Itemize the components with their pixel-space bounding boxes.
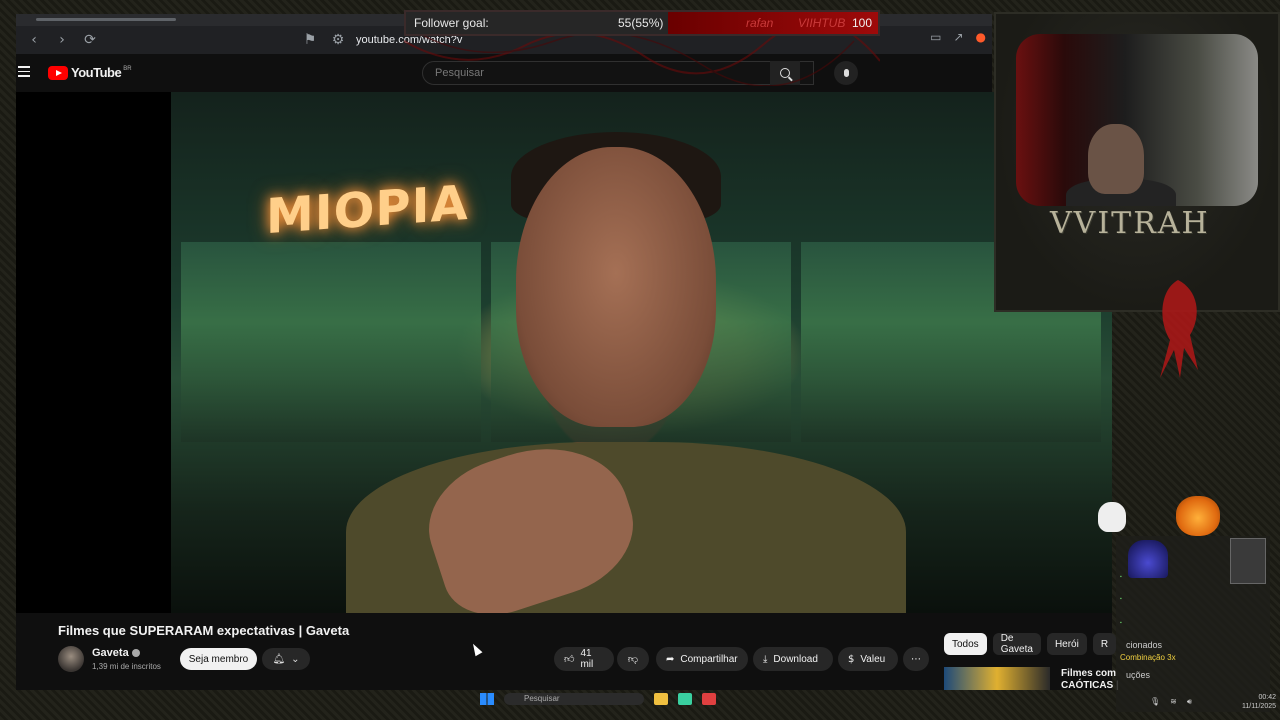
channel-avatar[interactable] (58, 646, 84, 672)
background-screen (181, 242, 481, 442)
browser-actions: ▭ ↗ ● (930, 30, 986, 44)
mic-icon (843, 69, 849, 77)
chat-menu-item-2[interactable]: uções (1126, 670, 1150, 680)
suggestion-chips: Todos De Gaveta Herói R (944, 633, 1117, 655)
suggested-video-title[interactable]: Filmes com CAÓTICAS | (1061, 668, 1121, 692)
youtube-brand: YouTube (71, 65, 122, 80)
share-label: Compartilhar (680, 653, 738, 665)
chevron-down-icon: ⌄ (291, 653, 300, 665)
volume-icon[interactable]: 🔊︎ (1187, 697, 1192, 707)
channel-name-text[interactable]: Gaveta (92, 647, 129, 659)
goal-target: 100 (852, 16, 873, 30)
download-label: Download (773, 653, 818, 665)
file-explorer-icon[interactable] (654, 693, 668, 705)
super-thanks-icon: $ (848, 653, 855, 665)
youtube-logo[interactable]: YouTube BR (48, 65, 132, 80)
reload-icon[interactable]: ⟳ (80, 30, 100, 50)
goal-label: Follower goal: (414, 16, 489, 30)
app-icon[interactable] (678, 693, 692, 705)
skull-icon (1098, 502, 1126, 532)
demon-decor (1160, 280, 1198, 378)
more-icon: ⋯ (911, 653, 921, 665)
pumpkin-icon (1176, 496, 1220, 536)
suggested-video-thumbnail[interactable] (944, 667, 1050, 690)
share-button[interactable]: ➦ Compartilhar (656, 647, 748, 671)
tab[interactable] (36, 18, 176, 21)
browser-icon[interactable] (702, 693, 716, 705)
search-box (422, 61, 814, 85)
wizard-icon (1128, 540, 1168, 578)
share-icon: ➦ (666, 653, 675, 665)
download-button[interactable]: ⤓ Download (753, 647, 833, 671)
goal-value: 55(55%) (618, 16, 664, 30)
system-tray: 🎙︎ ≋ 🔊︎ (1150, 697, 1192, 707)
taskbar: Pesquisar (480, 692, 800, 706)
clock-date: 11/11/2025 (1242, 703, 1276, 710)
back-icon[interactable]: ‹ (24, 30, 44, 50)
goal-user-2: VIIHTUB (798, 16, 846, 30)
presenter-face (516, 147, 716, 427)
chat-widget: ▪ ▪ ▪ cionados Combinação 3x uções (1116, 536, 1270, 712)
mouse-cursor-icon (469, 641, 483, 657)
site-info-icon[interactable]: ⚙ (328, 30, 348, 50)
menu-icon[interactable] (18, 66, 30, 77)
cat-icon (1230, 538, 1266, 584)
webcam-feed (1016, 34, 1258, 206)
notifications-button[interactable]: 🔔︎ ⌄ (262, 648, 310, 670)
mic-tray-icon[interactable]: 🎙︎ (1150, 697, 1160, 707)
search-input[interactable] (435, 67, 735, 79)
streamer-name: VVITRAH (1050, 206, 1210, 241)
thanks-button[interactable]: $ Valeu (838, 647, 898, 671)
more-actions-button[interactable]: ⋯ (903, 647, 929, 671)
chat-menu-item[interactable]: cionados (1126, 640, 1162, 650)
subscriber-count: 1,39 mi de inscritos (92, 662, 161, 671)
chat-highlight: Combinação 3x (1120, 653, 1176, 662)
video-player[interactable]: MIOPIA (16, 92, 1112, 613)
dislike-button[interactable]: 👎︎ (617, 647, 649, 671)
video-title: Filmes que SUPERARAM expectativas | Gave… (58, 623, 350, 638)
chat-line: ▪ (1120, 596, 1122, 602)
share-page-icon[interactable]: ↗ (953, 30, 963, 44)
chip-all[interactable]: Todos (944, 633, 987, 655)
like-button[interactable]: 👍︎ 41 mil (554, 647, 614, 671)
channel-name[interactable]: Gaveta (92, 647, 140, 659)
chat-line: ▪ (1120, 620, 1122, 626)
video-frame: MIOPIA (171, 92, 1112, 613)
verified-icon (131, 649, 140, 658)
goal-user: rafan (746, 16, 774, 30)
cast-icon[interactable]: ▭ (930, 30, 941, 44)
thanks-label: Valeu (860, 653, 886, 665)
video-details: Filmes que SUPERARAM expectativas | Gave… (16, 613, 1119, 691)
bookmark-icon[interactable]: ⚑ (300, 30, 320, 50)
thumbs-up-icon: 👍︎ (564, 654, 575, 665)
youtube-play-icon (48, 65, 68, 80)
chip-heroi[interactable]: Herói (1046, 633, 1087, 655)
like-count: 41 mil (580, 648, 594, 670)
windows-start-icon[interactable] (480, 693, 494, 705)
screen: ‹ › ⟳ ⚑ ⚙ youtube.com/watch?v ▭ ↗ ● YouT… (0, 0, 1280, 720)
download-icon: ⤓ (763, 653, 768, 665)
join-button[interactable]: Seja membro (180, 648, 257, 670)
extension-icon[interactable]: ● (976, 30, 986, 44)
bell-icon: 🔔︎ (272, 653, 286, 665)
voice-search-button[interactable] (834, 61, 858, 85)
search-icon (780, 68, 790, 78)
country-code: BR (123, 65, 132, 72)
clock-time: 00:42 (1258, 694, 1276, 701)
thumbs-down-icon: 👎︎ (627, 654, 639, 665)
neon-sign: MIOPIA (266, 174, 469, 246)
forward-icon[interactable]: › (52, 30, 72, 50)
streamer-face (1088, 124, 1144, 194)
follower-goal-bar: Follower goal: 55(55%) rafan VIIHTUB 100 (404, 10, 880, 36)
wifi-icon[interactable]: ≋ (1170, 697, 1177, 707)
clock[interactable]: 00:42 11/11/2025 (1220, 693, 1276, 711)
chip-de-gaveta[interactable]: De Gaveta (992, 633, 1041, 655)
chip-r[interactable]: R (1092, 633, 1117, 655)
taskbar-search[interactable]: Pesquisar (504, 693, 644, 705)
chat-line: ▪ (1120, 574, 1122, 580)
search-button[interactable] (770, 61, 800, 85)
